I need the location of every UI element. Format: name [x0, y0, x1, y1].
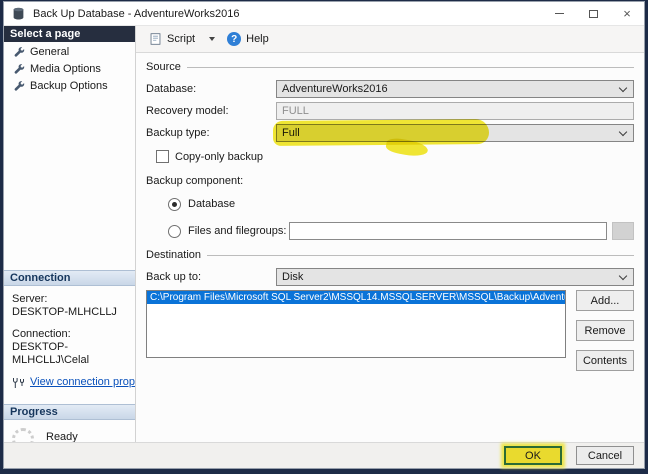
- sidebar: Select a page General Media Options Back…: [4, 26, 136, 442]
- database-radio[interactable]: [168, 197, 181, 211]
- footer: OK Cancel: [4, 442, 644, 468]
- progress-status: Ready: [46, 431, 78, 442]
- chevron-down-icon: [619, 85, 627, 93]
- main-panel: Script ? Help Source Database: Adventure…: [136, 26, 644, 442]
- sidebar-item-media-options[interactable]: Media Options: [4, 62, 135, 76]
- copy-only-backup-row: Copy-only backup: [156, 150, 634, 163]
- cancel-button[interactable]: Cancel: [576, 446, 634, 465]
- source-group-header: Source: [146, 61, 634, 73]
- minimize-icon: [554, 13, 564, 14]
- close-button[interactable]: ×: [610, 2, 644, 25]
- destination-list-row: C:\Program Files\Microsoft SQL Server2\M…: [146, 290, 634, 371]
- files-filegroups-radio-label: Files and filegroups:: [188, 225, 287, 237]
- back-up-to-label: Back up to:: [146, 271, 202, 283]
- chevron-down-icon: [619, 129, 627, 137]
- progress-spinner-icon: [12, 428, 34, 442]
- server-value: DESKTOP-MLHCLLJ: [12, 306, 117, 318]
- connection-value: DESKTOP-MLHCLLJ\Celal: [12, 341, 90, 366]
- destination-buttons: Add... Remove Contents: [576, 290, 634, 371]
- toolbar: Script ? Help: [136, 26, 644, 53]
- copy-only-backup-label: Copy-only backup: [175, 150, 264, 163]
- recovery-model-field: FULL: [276, 102, 634, 120]
- back-up-to-row: Back up to: Disk: [146, 268, 634, 286]
- wrench-icon: [14, 63, 25, 75]
- database-radio-row: Database: [168, 195, 634, 213]
- backup-destinations-listbox[interactable]: C:\Program Files\Microsoft SQL Server2\M…: [146, 290, 566, 358]
- destination-group-header: Destination: [146, 249, 634, 261]
- view-connection-properties-link[interactable]: View connection properties: [30, 376, 135, 389]
- back-up-to-combobox[interactable]: Disk: [276, 268, 634, 286]
- connection-panel: Server: DESKTOP-MLHCLLJ Connection: DESK…: [4, 286, 135, 389]
- wrench-icon: [14, 80, 25, 92]
- script-icon: [149, 32, 162, 46]
- add-button[interactable]: Add...: [576, 290, 634, 311]
- server-label: Server:: [12, 293, 48, 305]
- destination-group-label: Destination: [146, 249, 202, 261]
- progress-section: Progress Ready: [4, 404, 135, 442]
- sidebar-item-backup-options[interactable]: Backup Options: [4, 79, 135, 93]
- connection-label: Connection:: [12, 328, 71, 340]
- sidebar-item-general[interactable]: General: [4, 45, 135, 59]
- connection-properties-icon: [12, 377, 25, 389]
- window-title: Back Up Database - AdventureWorks2016: [33, 7, 240, 20]
- connection-header: Connection: [4, 270, 135, 286]
- maximize-button[interactable]: [576, 2, 610, 25]
- database-row: Database: AdventureWorks2016: [146, 80, 634, 98]
- script-dropdown-button[interactable]: [202, 34, 220, 44]
- help-label: Help: [246, 33, 269, 45]
- script-button[interactable]: Script: [144, 29, 200, 49]
- select-a-page-header: Select a page: [4, 26, 135, 42]
- database-icon: [12, 7, 25, 20]
- sidebar-item-label: Media Options: [30, 63, 101, 75]
- maximize-icon: [588, 9, 598, 18]
- copy-only-backup-checkbox[interactable]: [156, 150, 169, 163]
- recovery-model-value: FULL: [282, 105, 309, 117]
- sidebar-item-label: General: [30, 46, 70, 58]
- help-button[interactable]: ? Help: [222, 29, 274, 49]
- backup-path-item-selected[interactable]: C:\Program Files\Microsoft SQL Server2\M…: [147, 291, 565, 304]
- progress-header: Progress: [4, 404, 135, 420]
- files-filegroups-radio[interactable]: [168, 224, 181, 238]
- browse-button: [612, 222, 634, 240]
- remove-button[interactable]: Remove: [576, 320, 634, 341]
- close-icon: ×: [623, 6, 631, 21]
- backup-type-combobox-value: Full: [282, 127, 300, 139]
- group-divider: [207, 255, 634, 256]
- recovery-model-label: Recovery model:: [146, 105, 229, 117]
- screenshot-frame: Back Up Database - AdventureWorks2016 × …: [0, 0, 648, 474]
- database-combobox-value: AdventureWorks2016: [282, 83, 388, 95]
- files-filegroups-radio-row: Files and filegroups:: [168, 222, 634, 240]
- minimize-button[interactable]: [542, 2, 576, 25]
- database-combobox[interactable]: AdventureWorks2016: [276, 80, 634, 98]
- backup-database-dialog: Back Up Database - AdventureWorks2016 × …: [3, 1, 645, 469]
- recovery-model-row: Recovery model: FULL: [146, 102, 634, 120]
- backup-component-label: Backup component:: [146, 175, 244, 187]
- files-filegroups-field: [289, 222, 607, 240]
- script-label: Script: [167, 33, 196, 45]
- general-page: Source Database: AdventureWorks2016 Reco…: [136, 53, 644, 442]
- chevron-down-icon: [209, 37, 216, 41]
- source-group-label: Source: [146, 61, 181, 73]
- titlebar: Back Up Database - AdventureWorks2016 ×: [4, 2, 644, 26]
- backup-type-combobox[interactable]: Full: [276, 124, 634, 142]
- database-radio-label: Database: [188, 198, 236, 210]
- backup-type-label: Backup type:: [146, 127, 210, 139]
- wrench-icon: [14, 46, 25, 58]
- help-icon: ?: [227, 32, 242, 46]
- database-label: Database:: [146, 83, 197, 95]
- sidebar-item-label: Backup Options: [30, 80, 108, 92]
- backup-type-row: Backup type: Full: [146, 119, 634, 159]
- group-divider: [186, 67, 634, 68]
- contents-button[interactable]: Contents: [576, 350, 634, 371]
- chevron-down-icon: [619, 273, 627, 281]
- back-up-to-combobox-value: Disk: [282, 271, 304, 283]
- ok-button[interactable]: OK: [504, 446, 562, 465]
